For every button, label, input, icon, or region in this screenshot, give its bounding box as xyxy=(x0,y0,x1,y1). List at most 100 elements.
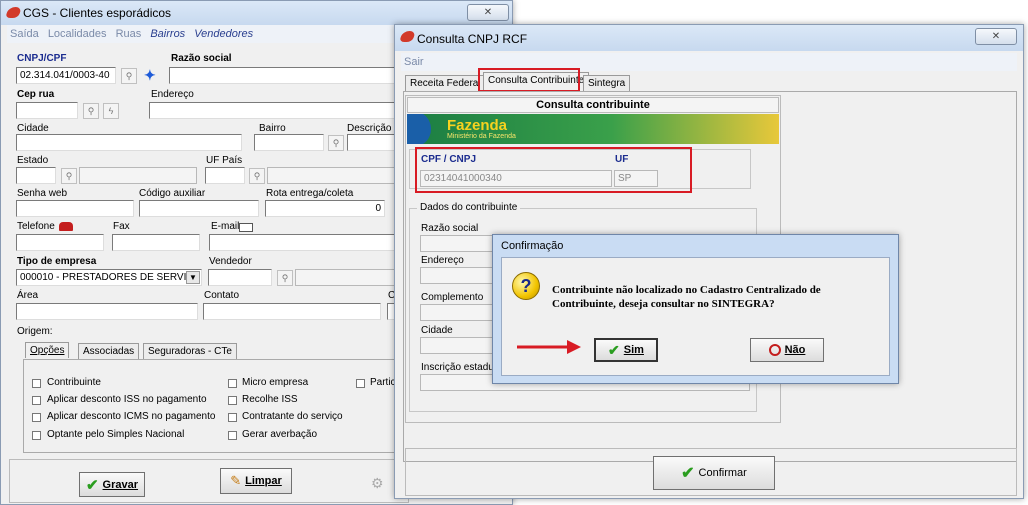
menu-vendedores[interactable]: Vendedores xyxy=(194,28,253,40)
rcf-menu: Sair xyxy=(401,53,1017,71)
check-label: Partic xyxy=(370,377,396,388)
bairro-input[interactable] xyxy=(254,134,324,151)
panel-title: Consulta contribuinte xyxy=(407,97,779,113)
lightning-icon[interactable]: ϟ xyxy=(103,103,119,119)
tab-consulta-contribuinte[interactable]: Consulta Contribuinte xyxy=(483,72,590,91)
gravar-label: Gravar xyxy=(102,478,139,491)
binoculars-icon[interactable]: ⚲ xyxy=(277,270,293,286)
refresh-icon[interactable]: ✦ xyxy=(144,67,160,83)
cidade-input[interactable] xyxy=(16,134,242,151)
cep-input[interactable] xyxy=(16,102,78,119)
cidade-label: Cidade xyxy=(17,123,49,134)
fazenda-logo-shape xyxy=(407,114,431,144)
complemento-label: Complemento xyxy=(421,292,484,303)
menu-localidades[interactable]: Localidades xyxy=(48,28,107,40)
app-icon xyxy=(4,7,23,18)
tab-opcoes[interactable]: Opções xyxy=(25,342,70,358)
cpf-input: 02314041000340 xyxy=(420,170,612,187)
cnpj-label: CNPJ/CPF xyxy=(17,53,67,64)
checkmark-icon: ✔ xyxy=(608,341,620,358)
menu-sair[interactable]: Sair xyxy=(404,56,424,68)
checkbox-contribuinte[interactable] xyxy=(32,379,41,388)
message-line2: Contribuinte, deseja consultar no SINTEG… xyxy=(552,298,775,310)
question-icon: ? xyxy=(512,272,540,300)
razao-input[interactable] xyxy=(169,67,401,84)
tipo-value: 000010 - PRESTADORES DE SERVIÇ xyxy=(20,272,194,283)
confirm-dialog: Confirmação ? Contribuinte não localizad… xyxy=(492,234,899,384)
envelope-icon xyxy=(239,223,253,232)
checkbox-desconto-icms[interactable] xyxy=(32,413,41,422)
tab-sintegra-label: Sintegra xyxy=(588,78,626,89)
email-input[interactable] xyxy=(209,234,401,251)
checkbox-desconto-iss[interactable] xyxy=(32,396,41,405)
cpf-label: CPF / CNPJ xyxy=(421,154,477,165)
tab-consulta-label: Consulta Contribuinte xyxy=(488,75,585,86)
ufpais-input[interactable] xyxy=(205,167,245,184)
vendedor-desc-input xyxy=(295,269,401,286)
tab-receita-federal[interactable]: Receita Federal xyxy=(405,75,486,91)
binoculars-icon[interactable]: ⚲ xyxy=(83,103,99,119)
estado-desc-input xyxy=(79,167,197,184)
binoculars-icon[interactable]: ⚲ xyxy=(121,68,137,84)
estado-input[interactable] xyxy=(16,167,56,184)
nao-button[interactable]: Não xyxy=(750,338,824,362)
codaux-input[interactable] xyxy=(139,200,259,217)
confirmar-label: Confirmar xyxy=(698,467,747,479)
tab-associadas-label: Associadas xyxy=(83,346,135,357)
checkbox-contratante[interactable] xyxy=(228,413,237,422)
uf-input: SP xyxy=(614,170,658,187)
endereco-input[interactable] xyxy=(149,102,401,119)
senha-input[interactable] xyxy=(16,200,134,217)
binoculars-icon[interactable]: ⚲ xyxy=(328,135,344,151)
pais-desc-input xyxy=(267,167,401,184)
tab-seguradoras-label: Seguradoras - CTe xyxy=(148,346,232,357)
cgs-titlebar: CGS - Clientes esporádicos ✕ xyxy=(1,1,512,25)
checkbox-simples[interactable] xyxy=(32,431,41,440)
descricao-input[interactable] xyxy=(347,134,401,151)
binoculars-icon[interactable]: ⚲ xyxy=(61,168,77,184)
area-input[interactable] xyxy=(16,303,198,320)
dialog-title: Confirmação xyxy=(501,240,564,252)
check-label: Aplicar desconto ICMS no pagamento xyxy=(47,411,216,422)
rcf-close-button[interactable]: ✕ xyxy=(975,28,1017,45)
chevron-down-icon[interactable]: ▼ xyxy=(186,271,200,284)
checkbox-averbacao[interactable] xyxy=(228,431,237,440)
uf-label: UF xyxy=(615,154,629,165)
menu-ruas[interactable]: Ruas xyxy=(116,28,142,40)
bairro-label: Bairro xyxy=(259,123,286,134)
origem-label: Origem: xyxy=(17,326,53,337)
rcf-titlebar: Consulta CNPJ RCF ✕ xyxy=(395,25,1023,51)
sim-label: Sim xyxy=(623,344,644,356)
checkbox-micro-empresa[interactable] xyxy=(228,379,237,388)
checkmark-icon: ✔ xyxy=(85,476,99,494)
menu-saida[interactable]: Saída xyxy=(10,28,39,40)
tab-strip xyxy=(23,341,403,342)
rota-input[interactable]: 0 xyxy=(265,200,385,217)
vendedor-input[interactable] xyxy=(208,269,272,286)
limpar-button[interactable]: ✎ Limpar xyxy=(220,468,292,494)
tab-receita-label: Receita Federal xyxy=(410,78,481,89)
tab-sintegra[interactable]: Sintegra xyxy=(583,75,631,91)
email-label: E-mail xyxy=(211,221,240,232)
checkbox-recolhe-iss[interactable] xyxy=(228,396,237,405)
telefone-input[interactable] xyxy=(16,234,104,251)
tab-associadas[interactable]: Associadas xyxy=(78,343,140,359)
cep-label: Cep rua xyxy=(17,89,55,100)
cnpj-input[interactable]: 02.314.041/0003-40 xyxy=(16,67,116,84)
eraser-icon: ✎ xyxy=(230,473,242,488)
check-label: Contratante do serviço xyxy=(242,411,343,422)
gravar-button[interactable]: ✔ Gravar xyxy=(79,472,145,497)
checkbox-partic[interactable] xyxy=(356,379,365,388)
fax-input[interactable] xyxy=(112,234,200,251)
tipo-select[interactable]: 000010 - PRESTADORES DE SERVIÇ xyxy=(16,269,202,286)
tab-seguradoras[interactable]: Seguradoras - CTe xyxy=(143,343,237,359)
binoculars-icon[interactable]: ⚲ xyxy=(249,168,265,184)
checkmark-icon: ✔ xyxy=(681,465,695,482)
sim-button[interactable]: ✔ Sim xyxy=(594,338,658,362)
confirmar-button[interactable]: ✔ Confirmar xyxy=(653,456,775,490)
cgs-close-button[interactable]: ✕ xyxy=(467,4,509,21)
menu-bairros[interactable]: Bairros xyxy=(150,28,185,40)
check-label: Contribuinte xyxy=(47,377,101,388)
dados-legend: Dados do contribuinte xyxy=(417,202,521,213)
contato-input[interactable] xyxy=(203,303,381,320)
